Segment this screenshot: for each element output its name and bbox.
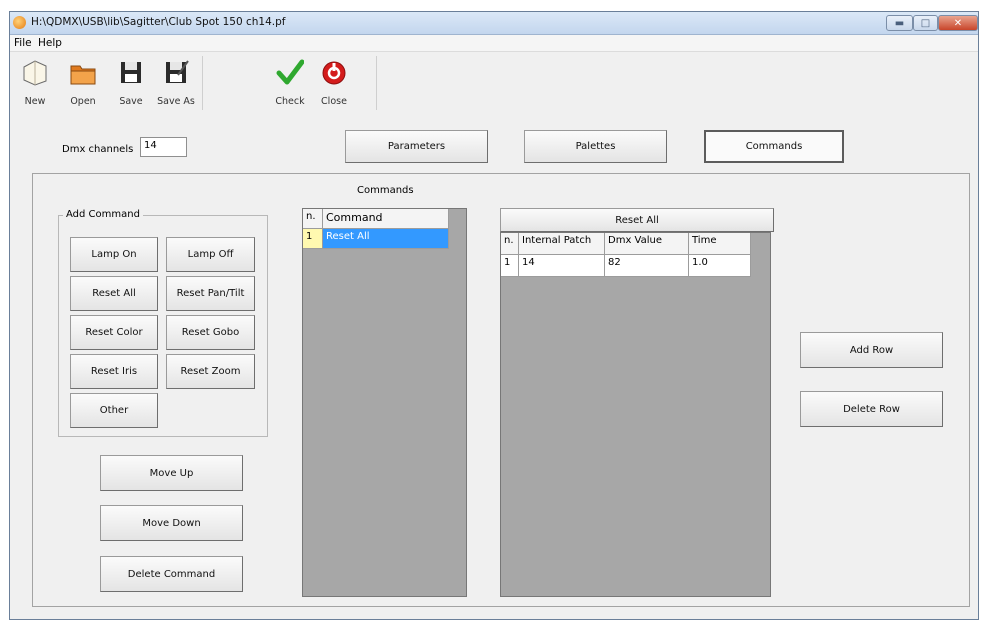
maximize-icon: □: [920, 17, 931, 29]
toolbar-separator: [202, 56, 203, 110]
dmx-channels-label: Dmx channels: [62, 144, 134, 155]
detail-row-internal-patch[interactable]: 14: [519, 255, 605, 277]
floppy-save-as-icon: [166, 60, 189, 83]
commands-list-title: Commands: [357, 185, 414, 196]
detail-col-internal-patch: Internal Patch: [519, 233, 605, 255]
close-window-button[interactable]: ✕: [938, 15, 978, 31]
detail-row-time[interactable]: 1.0: [689, 255, 751, 277]
reset-zoom-button[interactable]: Reset Zoom: [166, 354, 255, 389]
detail-col-dmx-value: Dmx Value: [605, 233, 689, 255]
detail-grid[interactable]: n. Internal Patch Dmx Value Time 1 14 82…: [500, 232, 771, 597]
move-down-button[interactable]: Move Down: [100, 505, 243, 541]
detail-row-n[interactable]: 1: [501, 255, 519, 277]
close-power-icon: [322, 61, 346, 85]
maximize-button[interactable]: □: [913, 15, 938, 31]
delete-row-button[interactable]: Delete Row: [800, 391, 943, 427]
tab-palettes[interactable]: Palettes: [524, 130, 667, 163]
delete-command-button[interactable]: Delete Command: [100, 556, 243, 592]
reset-gobo-button[interactable]: Reset Gobo: [166, 315, 255, 350]
reset-iris-button[interactable]: Reset Iris: [70, 354, 158, 389]
command-row-number[interactable]: 1: [303, 229, 323, 249]
detail-header: Reset All: [500, 208, 774, 232]
command-row-name[interactable]: Reset All: [323, 229, 449, 249]
floppy-save-icon: [121, 62, 141, 83]
close-button[interactable]: Close: [314, 53, 354, 111]
window-title: H:\QDMX\USB\lib\Sagitter\Club Spot 150 c…: [31, 16, 286, 28]
save-as-label: Save As: [157, 96, 195, 107]
col-header-n: n.: [303, 209, 323, 229]
minimize-button[interactable]: ▬: [886, 15, 913, 31]
open-button[interactable]: Open: [63, 53, 103, 111]
detail-col-n: n.: [501, 233, 519, 255]
app-icon: [13, 16, 26, 29]
reset-color-button[interactable]: Reset Color: [70, 315, 158, 350]
new-label: New: [24, 96, 46, 107]
col-header-command: Command: [323, 209, 449, 229]
tab-commands[interactable]: Commands: [704, 130, 844, 163]
other-button[interactable]: Other: [70, 393, 158, 428]
close-label: Close: [321, 96, 347, 107]
dmx-channels-input[interactable]: 14: [140, 137, 187, 157]
reset-all-button[interactable]: Reset All: [70, 276, 158, 311]
minimize-icon: ▬: [894, 17, 905, 29]
open-folder-icon: [70, 65, 96, 85]
menu-help[interactable]: Help: [38, 37, 62, 49]
menu-file[interactable]: File: [14, 37, 32, 49]
close-icon: ✕: [953, 17, 963, 29]
lamp-off-button[interactable]: Lamp Off: [166, 237, 255, 272]
lamp-on-button[interactable]: Lamp On: [70, 237, 158, 272]
add-command-title: Add Command: [63, 209, 143, 220]
check-label: Check: [275, 96, 305, 107]
check-button[interactable]: Check: [270, 53, 310, 111]
new-file-icon: [23, 60, 47, 86]
new-button[interactable]: New: [15, 53, 55, 111]
title-bar: H:\QDMX\USB\lib\Sagitter\Club Spot 150 c…: [10, 12, 978, 35]
open-label: Open: [70, 96, 96, 107]
commands-grid[interactable]: n. Command 1 Reset All: [302, 208, 467, 597]
toolbar-end-separator: [376, 56, 377, 110]
menu-bar: File Help: [10, 35, 978, 52]
check-icon: [276, 59, 304, 85]
save-button[interactable]: Save: [111, 53, 151, 111]
save-as-button[interactable]: Save As: [156, 53, 196, 111]
move-up-button[interactable]: Move Up: [100, 455, 243, 491]
detail-row-dmx-value[interactable]: 82: [605, 255, 689, 277]
tab-parameters[interactable]: Parameters: [345, 130, 488, 163]
add-row-button[interactable]: Add Row: [800, 332, 943, 368]
detail-col-time: Time: [689, 233, 751, 255]
reset-pan-tilt-button[interactable]: Reset Pan/Tilt: [166, 276, 255, 311]
save-label: Save: [119, 96, 143, 107]
